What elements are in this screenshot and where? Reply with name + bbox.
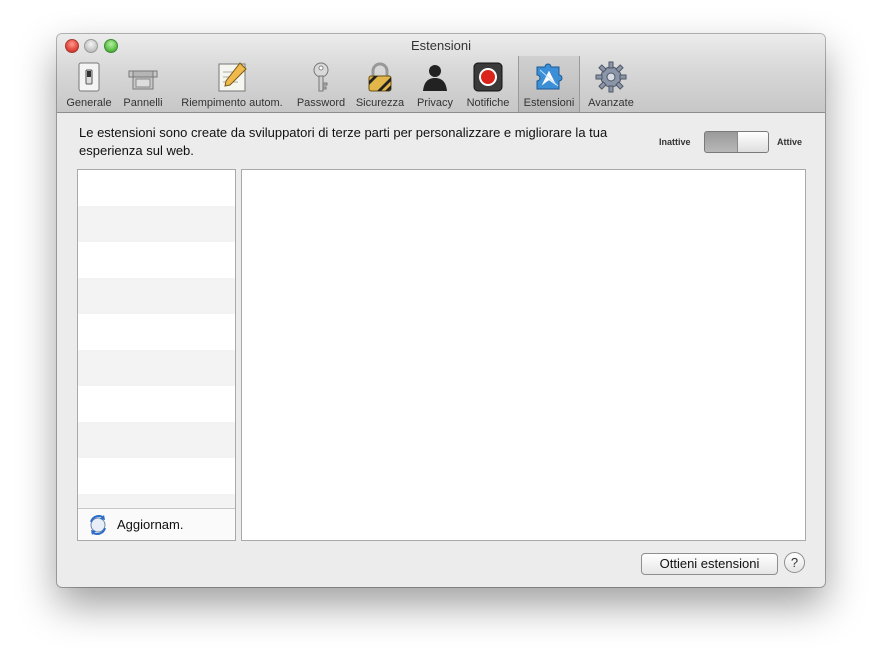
title-bar: Estensioni Generale Pannelli Riempimento… [57,34,825,113]
extensions-enable-toggle[interactable] [704,131,769,153]
list-row [78,386,235,422]
list-row [78,242,235,278]
toggle-knob[interactable] [737,132,768,152]
toolbar-item-generale[interactable]: Generale [65,56,113,112]
toolbar-item-pannelli[interactable]: Pannelli [119,56,167,112]
tabs-icon [128,70,158,90]
window-title: Estensioni [411,38,471,53]
preferences-window: Estensioni Generale Pannelli Riempimento… [57,34,825,587]
toolbar-item-label: Pannelli [123,97,163,109]
list-row [78,278,235,314]
list-row [78,458,235,494]
get-extensions-button[interactable]: Ottieni estensioni [641,553,778,575]
red-record-icon [473,62,503,92]
person-silhouette-icon [423,65,447,91]
toolbar-item-sicurezza[interactable]: Sicurezza [353,56,407,112]
toggle-off-label: Inattive [659,137,691,147]
toolbar-item-label: Notifiche [466,97,510,109]
toolbar-item-label: Password [296,97,346,109]
toolbar-item-label: Privacy [416,97,454,109]
puzzle-compass-icon [536,63,563,90]
toolbar-item-estensioni[interactable]: Estensioni [518,56,580,112]
list-row [78,170,235,206]
toolbar-item-avanzate[interactable]: Avanzate [584,56,638,112]
switch-icon [78,62,100,92]
preferences-toolbar: Generale Pannelli Riempimento autom. Pas… [57,56,825,112]
help-button[interactable]: ? [784,552,805,573]
list-row [78,422,235,458]
toolbar-item-label: Avanzate [588,97,634,109]
update-refresh-icon [90,514,106,535]
updates-item[interactable]: Aggiornam. [78,508,235,540]
toolbar-item-label: Riempimento autom. [181,97,283,109]
key-icon [313,62,329,92]
toolbar-item-riempimento-autom[interactable]: Riempimento autom. [173,56,291,112]
toolbar-item-password[interactable]: Password [295,56,347,112]
extensions-pane: Le estensioni sono create da sviluppator… [57,113,825,587]
list-row [78,206,235,242]
toolbar-item-notifiche[interactable]: Notifiche [461,56,515,112]
toolbar-item-label: Generale [66,97,112,109]
gear-icon [595,61,627,93]
padlock-icon [368,62,392,92]
toolbar-item-label: Estensioni [523,97,575,109]
toolbar-item-label: Sicurezza [355,97,405,109]
extensions-description: Le estensioni sono create da sviluppator… [79,125,608,158]
toolbar-item-privacy[interactable]: Privacy [411,56,459,112]
pencil-form-icon [218,62,247,92]
extensions-list[interactable]: Aggiornam. [77,169,236,541]
list-row [78,314,235,350]
extension-detail-panel [241,169,806,541]
toggle-on-label: Attive [777,137,803,147]
list-row [78,350,235,386]
updates-label: Aggiornam. [117,517,184,532]
